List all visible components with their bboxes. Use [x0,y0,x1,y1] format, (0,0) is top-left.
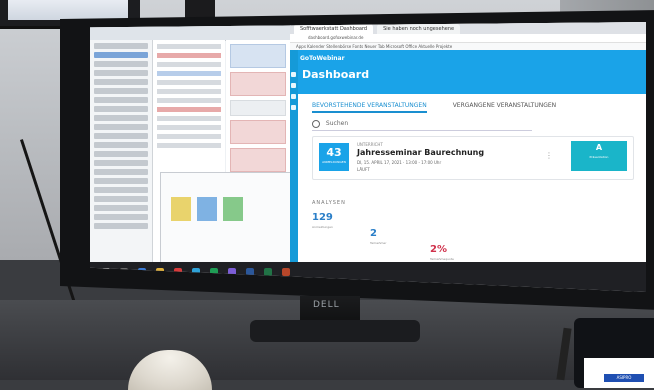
event-card[interactable]: 43 ANMELDUNGEN UNTERRICHT Jahresseminar … [312,136,634,180]
dashboard-sidebar [290,50,298,262]
search-icon [312,119,320,128]
browser-tab[interactable]: Sie haben noch ungesehene [377,24,461,34]
browser-tab[interactable]: Sofftwaerkstatt Dashboard [294,24,374,34]
laptop-screen [584,358,654,388]
stat-registrations-label: Anmeldungen [312,225,333,229]
stat-attendees-label: Teilnehmer [370,241,387,245]
stat-attendees: 2 [370,228,377,239]
dashboard-header: GoToWebinar Dashboard [290,50,646,94]
calendar-icon[interactable] [291,83,296,88]
more-options-icon[interactable]: ⋮ [545,151,553,160]
tab-upcoming[interactable]: BEVORSTEHENDE VERANSTALTUNGEN [312,102,427,113]
event-status: LÄUFT [357,167,370,172]
settings-icon[interactable] [291,105,296,110]
file-thumbnail[interactable] [223,197,243,221]
file-thumbnail[interactable] [171,197,191,221]
event-tabs: BEVORSTEHENDE VERANSTALTUNGEN VERGANGENE… [312,102,556,113]
event-action-badge[interactable]: A Präsentation [571,141,627,171]
event-count: 43 [326,146,342,159]
stat-attendance-rate: 2% [430,244,447,255]
event-title[interactable]: Jahresseminar Baurechnung [357,148,484,157]
event-badge-label: Präsentation [589,155,609,159]
brand-logo[interactable]: GoToWebinar [300,55,345,62]
address-bar[interactable]: dashboard.gofoxwebinar.de [290,34,646,43]
search-input[interactable]: Suchen [312,118,532,131]
stat-attendance-rate-label: Teilnahmequote [430,257,454,261]
search-placeholder: Suchen [325,120,349,127]
monitor-brand-logo: DELL [313,300,340,310]
dashboard-app: GoToWebinar Dashboard BEVORSTEHENDE VERA… [290,50,646,263]
stat-registrations: 129 [312,212,333,223]
file-thumbnail[interactable] [197,197,217,221]
analytics-chart [490,230,630,263]
tab-past[interactable]: VERGANGENE VERANSTALTUNGEN [453,102,556,113]
monitor-stand-base [250,320,420,342]
laptop-badge: ASIPRO [604,374,644,382]
page-title: Dashboard [302,68,370,81]
event-tag: UNTERRICHT [357,142,383,147]
email-folder-list[interactable] [90,40,153,262]
analytics-heading: ANALYSEN [312,200,346,206]
event-count-label: ANMELDUNGEN [322,160,346,164]
browser-window: Sofftwaerkstatt Dashboard Sie haben noch… [290,22,646,263]
event-datetime: DI, 15. APRIL 17, 2021 · 13:00 - 17:00 U… [357,160,442,165]
file-viewer-window[interactable] [160,172,292,264]
home-icon[interactable] [291,72,296,77]
chart-icon[interactable] [291,94,296,99]
powerpoint-icon[interactable] [282,268,290,276]
event-badge-icon: A [595,143,603,152]
laptop: ASIPRO [574,318,654,388]
event-date-box: 43 ANMELDUNGEN [319,143,349,171]
monitor-screen: Sofftwaerkstatt Dashboard Sie haben noch… [90,22,646,292]
excel-icon[interactable] [264,268,272,276]
